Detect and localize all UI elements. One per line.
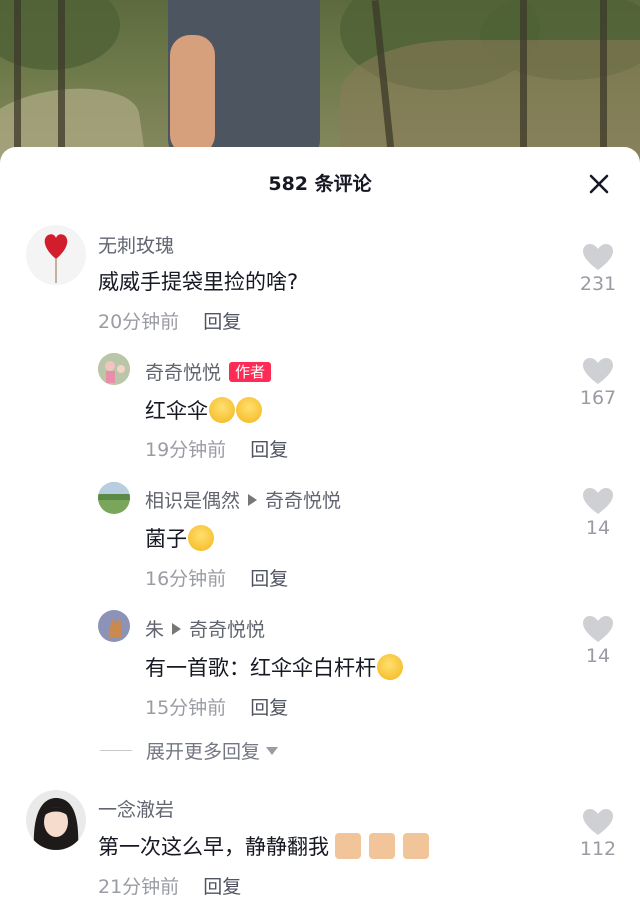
reply-time: 15分钟前 <box>145 697 227 719</box>
heart-icon <box>583 809 613 835</box>
like-count: 167 <box>579 387 617 409</box>
reply-arrow-icon <box>248 493 258 506</box>
comment-text-content: 第一次这么早，静静翻我 <box>98 835 329 859</box>
grin-emoji-icon <box>209 397 235 423</box>
like-button[interactable]: 14 <box>578 487 618 539</box>
reply-button[interactable]: 回复 <box>203 876 241 898</box>
like-count: 112 <box>579 838 617 860</box>
like-count: 14 <box>585 517 611 539</box>
avatar[interactable] <box>98 482 130 514</box>
finger-heart-emoji-icon <box>335 833 361 859</box>
reply-text-content: 菌子 <box>145 527 187 551</box>
reply-meta: 19分钟前 回复 <box>145 435 288 462</box>
reply-text: 菌子 <box>145 523 214 553</box>
heart-icon <box>583 244 613 270</box>
reply-button[interactable]: 回复 <box>250 568 288 590</box>
author-badge: 作者 <box>229 361 272 382</box>
avatar[interactable] <box>26 790 86 850</box>
comment-time: 20分钟前 <box>98 311 180 333</box>
comment-text: 威威手提袋里捡的啥? <box>98 270 299 294</box>
reply-to-username: 奇奇悦悦 <box>189 619 266 641</box>
divider <box>100 750 132 751</box>
reply-meta: 16分钟前 回复 <box>145 564 288 591</box>
reply-button[interactable]: 回复 <box>250 697 288 719</box>
heart-icon <box>583 358 613 384</box>
like-button[interactable]: 14 <box>578 615 618 667</box>
comment-username[interactable]: 无刺玫瑰 <box>98 231 174 258</box>
comment-text: 第一次这么早，静静翻我 <box>98 831 429 861</box>
reply-username[interactable]: 奇奇悦悦 作者 <box>145 358 272 385</box>
reply-username-text: 奇奇悦悦 <box>145 362 222 384</box>
avatar[interactable] <box>26 225 86 285</box>
reply-time: 19分钟前 <box>145 439 227 461</box>
reply-text-content: 红伞伞 <box>145 399 208 423</box>
laughing-emoji-icon <box>373 650 407 684</box>
finger-heart-emoji-icon <box>403 833 429 859</box>
heart-icon <box>583 488 613 514</box>
chevron-down-icon <box>266 746 279 755</box>
close-icon <box>589 174 609 194</box>
comment-username[interactable]: 一念澈岩 <box>98 795 174 822</box>
reply-text-content: 有一首歌：红伞伞白杆杆 <box>145 656 376 680</box>
avatar[interactable] <box>98 610 130 642</box>
reply-button[interactable]: 回复 <box>203 311 241 333</box>
like-button[interactable]: 231 <box>578 243 618 295</box>
sheet-header: 582 条评论 <box>0 147 640 213</box>
close-button[interactable] <box>588 173 610 195</box>
comment-time: 21分钟前 <box>98 876 180 898</box>
reply-button[interactable]: 回复 <box>250 439 288 461</box>
avatar[interactable] <box>98 353 130 385</box>
comment-meta: 21分钟前 回复 <box>98 872 241 899</box>
reply-to-username: 奇奇悦悦 <box>265 490 342 512</box>
like-count: 231 <box>579 273 617 295</box>
like-count: 14 <box>585 645 611 667</box>
reply-username-text: 朱 <box>145 619 165 641</box>
reply-text: 红伞伞 <box>145 395 262 425</box>
grin-emoji-icon <box>188 525 214 551</box>
finger-heart-emoji-icon <box>369 833 395 859</box>
comments-sheet: 582 条评论 无刺玫瑰 威威手提袋里捡的啥? 20分钟前 回复 231 奇奇悦… <box>0 147 640 921</box>
comment-count-title: 582 条评论 <box>268 173 372 195</box>
heart-icon <box>583 616 613 642</box>
expand-replies-button[interactable]: 展开更多回复 <box>100 737 279 764</box>
grin-emoji-icon <box>236 397 262 423</box>
reply-meta: 15分钟前 回复 <box>145 693 288 720</box>
like-button[interactable]: 112 <box>578 808 618 860</box>
reply-text: 有一首歌：红伞伞白杆杆 <box>145 650 407 684</box>
reply-time: 16分钟前 <box>145 568 227 590</box>
reply-username[interactable]: 相识是偶然 奇奇悦悦 <box>145 486 341 513</box>
comment-meta: 20分钟前 回复 <box>98 307 241 334</box>
expand-replies-label: 展开更多回复 <box>146 741 261 763</box>
reply-username[interactable]: 朱 奇奇悦悦 <box>145 615 265 642</box>
like-button[interactable]: 167 <box>578 357 618 409</box>
reply-username-text: 相识是偶然 <box>145 490 241 512</box>
reply-arrow-icon <box>172 622 182 635</box>
